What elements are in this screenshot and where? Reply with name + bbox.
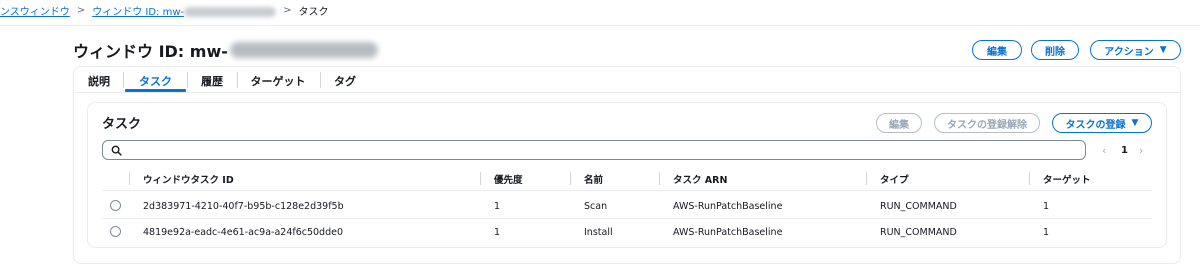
breadcrumb: ンスウィンドウ > ウィンドウ ID: mw- > タスク (0, 2, 329, 18)
tab-label: ターゲット (250, 75, 306, 88)
search-icon (111, 145, 122, 156)
header-divider (0, 25, 1200, 26)
actions-dropdown-button[interactable]: アクション ▼ (1090, 40, 1181, 60)
delete-button[interactable]: 削除 (1031, 40, 1079, 60)
tab-tags[interactable]: タグ (322, 70, 368, 92)
tab-label: タスク (139, 75, 172, 88)
deregister-task-button-label: タスクの登録解除 (947, 119, 1027, 131)
column-header-type[interactable]: タイプ (880, 170, 909, 188)
table-row-border (102, 218, 1152, 219)
cell-name: Install (584, 226, 613, 238)
column-separator (480, 172, 481, 185)
cell-targets: 1 (1043, 200, 1050, 212)
search-input[interactable] (102, 140, 1086, 160)
row-select-radio[interactable] (110, 226, 121, 237)
caret-down-icon: ▼ (1159, 45, 1167, 55)
page-title: ウィンドウ ID: mw- (73, 38, 378, 62)
cell-type: RUN_COMMAND (880, 200, 957, 212)
column-separator (866, 172, 867, 185)
cell-window-task-id: 4819e92a-eadc-4e61-ac9a-a24f6c50dde0 (143, 226, 344, 238)
table-header-border (102, 190, 1152, 191)
breadcrumb-window[interactable]: ウィンドウ ID: mw- (92, 3, 277, 18)
tab-label: 説明 (88, 75, 110, 88)
row-select-radio[interactable] (110, 200, 121, 211)
cell-priority: 1 (494, 226, 501, 238)
column-header-targets[interactable]: ターゲット (1043, 170, 1091, 188)
edit-button-label: 編集 (987, 46, 1007, 58)
cell-task-arn: AWS-RunPatchBaseline (673, 200, 783, 212)
pagination-prev-button[interactable]: ‹ (1102, 140, 1106, 160)
column-separator (659, 172, 660, 185)
cell-type: RUN_COMMAND (880, 226, 957, 238)
redacted-title-id (229, 42, 378, 58)
cell-task-arn: AWS-RunPatchBaseline (673, 226, 783, 238)
breadcrumb-separator: > (76, 4, 86, 16)
redacted-window-id (184, 6, 277, 17)
breadcrumb-separator: > (283, 4, 292, 16)
register-task-button-label: タスクの登録 (1065, 119, 1126, 131)
tab-description[interactable]: 説明 (80, 70, 118, 92)
breadcrumb-maintenance-windows[interactable]: ンスウィンドウ (0, 3, 70, 18)
tab-separator (320, 72, 321, 88)
cell-priority: 1 (494, 200, 501, 212)
pagination-page-number[interactable]: 1 (1121, 140, 1128, 160)
actions-button-label: アクション (1104, 46, 1154, 58)
register-task-dropdown-button[interactable]: タスクの登録 ▼ (1052, 113, 1152, 133)
breadcrumb-current: タスク (298, 6, 329, 18)
edit-button[interactable]: 編集 (972, 40, 1022, 60)
tab-label: タグ (334, 75, 356, 88)
pagination-next-button[interactable]: › (1139, 140, 1143, 160)
cell-targets: 1 (1043, 226, 1050, 238)
tab-label: 履歴 (201, 75, 223, 88)
delete-button-label: 削除 (1045, 46, 1065, 58)
task-edit-button[interactable]: 編集 (876, 113, 922, 133)
breadcrumb-window-label: ウィンドウ ID: mw- (92, 6, 185, 18)
column-separator (1029, 172, 1030, 185)
tab-history[interactable]: 履歴 (188, 70, 236, 92)
column-separator (570, 172, 571, 185)
page-title-text: ウィンドウ ID: mw- (73, 42, 228, 61)
deregister-task-button[interactable]: タスクの登録解除 (934, 113, 1040, 133)
cell-name: Scan (584, 200, 608, 212)
tab-targets[interactable]: ターゲット (238, 70, 318, 92)
caret-down-icon: ▼ (1131, 118, 1139, 128)
tab-separator (123, 72, 124, 88)
task-edit-button-label: 編集 (889, 119, 909, 131)
column-header-window-task-id[interactable]: ウィンドウタスク ID (143, 170, 234, 188)
column-header-task-arn[interactable]: タスク ARN (673, 170, 727, 188)
tasks-title: タスク (102, 117, 142, 132)
column-header-name[interactable]: 名前 (584, 170, 603, 188)
column-header-priority[interactable]: 優先度 (494, 170, 523, 188)
column-separator (129, 172, 130, 185)
cell-window-task-id: 2d383971-4210-40f7-b95b-c128e2d39f5b (143, 200, 344, 212)
tabs-border (74, 92, 1180, 93)
